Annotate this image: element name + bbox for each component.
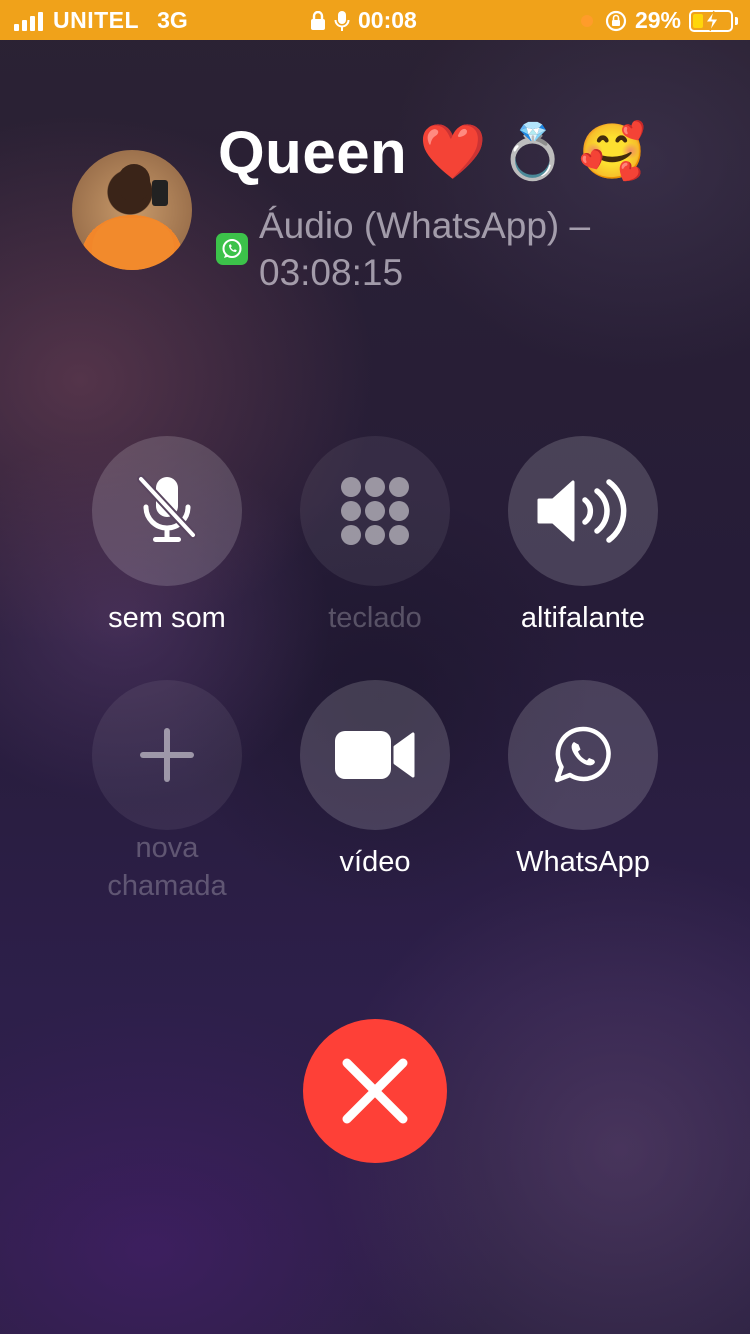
heart-emoji: ❤️ [419,122,487,182]
signal-strength-icon [14,11,43,31]
call-status: Áudio (WhatsApp) – 03:08:15 [259,202,679,296]
whatsapp-icon [554,726,611,783]
orientation-lock-icon [605,10,627,31]
video-label: vídeo [339,846,411,878]
carrier-name: UNITEL [53,7,140,33]
whatsapp-label: WhatsApp [516,846,650,878]
call-type-label: Áudio (WhatsApp) – [259,205,591,246]
add-call-label: nova chamada [57,829,277,905]
status-bar: UNITEL 3G 00:08 29% [0,0,750,40]
battery-tip [735,16,738,25]
mute-button[interactable] [92,436,242,586]
ring-emoji: 💍 [498,122,567,182]
battery-fill [693,13,703,28]
video-button[interactable] [300,680,450,830]
clock: 00:08 [358,7,417,33]
avatar-phone [152,180,168,206]
end-call-button[interactable] [303,1019,447,1163]
battery-percent: 29% [634,7,681,33]
avatar-head [118,164,150,202]
battery-icon [689,9,733,32]
mute-label: sem som [108,602,226,634]
keypad-icon [341,477,409,545]
add-call-button[interactable] [92,680,242,830]
smiling-hearts-emoji: 🥰 [578,122,647,182]
video-camera-icon [335,731,415,779]
privacy-dot-icon [580,14,593,27]
network-type: 3G [157,7,188,33]
speaker-button[interactable] [508,436,658,586]
add-call-label-line1: nova [135,832,199,864]
mic-off-icon [137,475,197,542]
charging-bolt-icon [705,10,719,31]
whatsapp-badge-icon [216,233,248,265]
avatar-shirt [92,218,174,270]
call-duration: 03:08:15 [259,252,404,293]
contact-name-row: Queen ❤️ 💍 🥰 [218,118,646,187]
speaker-icon [537,479,627,543]
lock-icon [311,10,325,30]
speaker-label: altifalante [520,602,646,634]
whatsapp-button[interactable] [508,680,658,830]
contact-name: Queen [218,119,408,186]
microphone-icon [334,10,350,31]
keypad-button[interactable] [300,436,450,586]
contact-avatar [72,150,192,270]
add-call-label-line2: chamada [107,870,227,902]
keypad-label: teclado [328,602,422,634]
close-icon [342,1058,408,1124]
plus-icon [140,728,194,782]
